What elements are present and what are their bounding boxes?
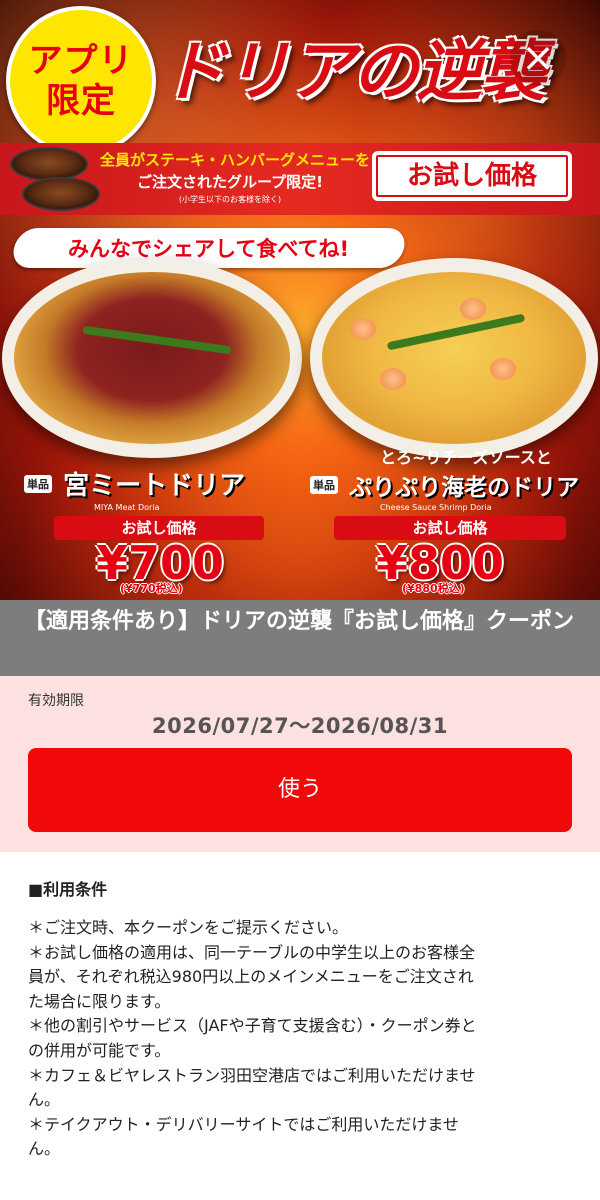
app-only-line-1: アプリ	[28, 41, 134, 81]
app-only-badge: アプリ 限定	[6, 6, 156, 156]
shrimp-doria-label: とろ~りチーズソースと 単品 ぷりぷり海老のドリア Cheese Sauce S…	[310, 448, 580, 514]
campaign-banner-image: アプリ 限定 ドリアの逆襲 × 全員がステーキ・ハンバーグメニューを ご注文され…	[0, 0, 600, 600]
item-price-tax: (¥880税込)	[402, 582, 465, 595]
coupon-title-bar: 【適用条件あり】ドリアの逆襲『お試し価格』クーポン	[0, 600, 600, 676]
item-name: ぷりぷり海老のドリア	[349, 475, 580, 501]
meat-doria-label: 単品 宮ミートドリア MIYA Meat Doria	[24, 465, 314, 514]
item-subtitle: とろ~りチーズソースと	[380, 448, 552, 467]
use-coupon-button[interactable]: 使う	[28, 748, 572, 832]
terms-line: の併用が可能です。	[28, 1040, 171, 1060]
meat-doria-filling	[14, 272, 290, 444]
app-only-line-2: 限定	[46, 81, 116, 121]
terms-line: ＊ご注文時、本クーポンをご提示ください。	[28, 918, 349, 937]
terms-line: 員が、それぞれ税込980円以上のメインメニューをご注文され	[28, 967, 474, 987]
promo-note: (小学生以下のお客様を除く)	[178, 195, 282, 204]
terms-line: ＊お試し価格の適用は、同一テーブルの中学生以上のお客様全	[28, 942, 476, 962]
promo-strip: 全員がステーキ・ハンバーグメニューを ご注文されたグループ限定! (小学生以下の…	[0, 143, 600, 215]
terms-line: た場合に限ります。	[28, 991, 171, 1011]
terms-line: ＊カフェ＆ビヤレストラン羽田空港店ではご利用いただけませ	[28, 1065, 476, 1085]
promo-line-2: ご注文されたグループ限定!	[137, 173, 323, 191]
close-icon[interactable]: ×	[510, 30, 566, 86]
terms-heading: ■利用条件	[28, 880, 108, 899]
shrimp-piece	[350, 318, 376, 340]
terms-line: ＊他の割引やサービス（JAFや子育て支援含む）・クーポン券と	[28, 1016, 477, 1036]
promo-condition-text: 全員がステーキ・ハンバーグメニューを ご注文されたグループ限定! (小学生以下の…	[100, 149, 371, 207]
validity-period: 2026/07/27〜2026/08/31	[152, 714, 448, 738]
terms-line: ん。	[28, 1090, 61, 1110]
item-price-tax: (¥770税込)	[120, 582, 183, 595]
share-text: みんなでシェアして食べてね!	[68, 237, 350, 261]
promo-line-1: 全員がステーキ・ハンバーグメニューを	[100, 151, 371, 169]
hamburg-plate-image	[22, 177, 100, 211]
shrimp-doria-filling	[322, 272, 586, 444]
shrimp-piece	[460, 298, 486, 320]
item-name-en: Cheese Sauce Shrimp Doria	[380, 503, 492, 512]
steak-plate-image	[10, 147, 88, 181]
share-ribbon: みんなでシェアして食べてね!	[9, 228, 409, 268]
terms-line: ん。	[28, 1139, 61, 1159]
item-name: 宮ミートドリア	[63, 471, 246, 501]
single-item-tag: 単品	[24, 474, 52, 493]
validity-section: 有効期限 2026/07/27〜2026/08/31 使う	[0, 676, 600, 852]
single-item-tag: 単品	[310, 476, 338, 494]
meat-doria-image	[2, 258, 302, 458]
trial-price-box: お試し価格	[372, 151, 572, 201]
shrimp-doria-image	[310, 258, 598, 458]
terms-line: ＊テイクアウト・デリバリーサイトではご利用いただけませ	[28, 1114, 459, 1134]
validity-label: 有効期限	[28, 693, 84, 709]
coupon-title: 【適用条件あり】ドリアの逆襲『お試し価格』クーポン	[24, 609, 575, 634]
shrimp-piece	[490, 358, 516, 380]
shrimp-piece	[380, 368, 406, 390]
terms-section: ■利用条件 ＊ご注文時、本クーポンをご提示ください。 ＊お試し価格の適用は、同一…	[28, 878, 576, 1162]
item-name-en: MIYA Meat Doria	[94, 503, 160, 512]
